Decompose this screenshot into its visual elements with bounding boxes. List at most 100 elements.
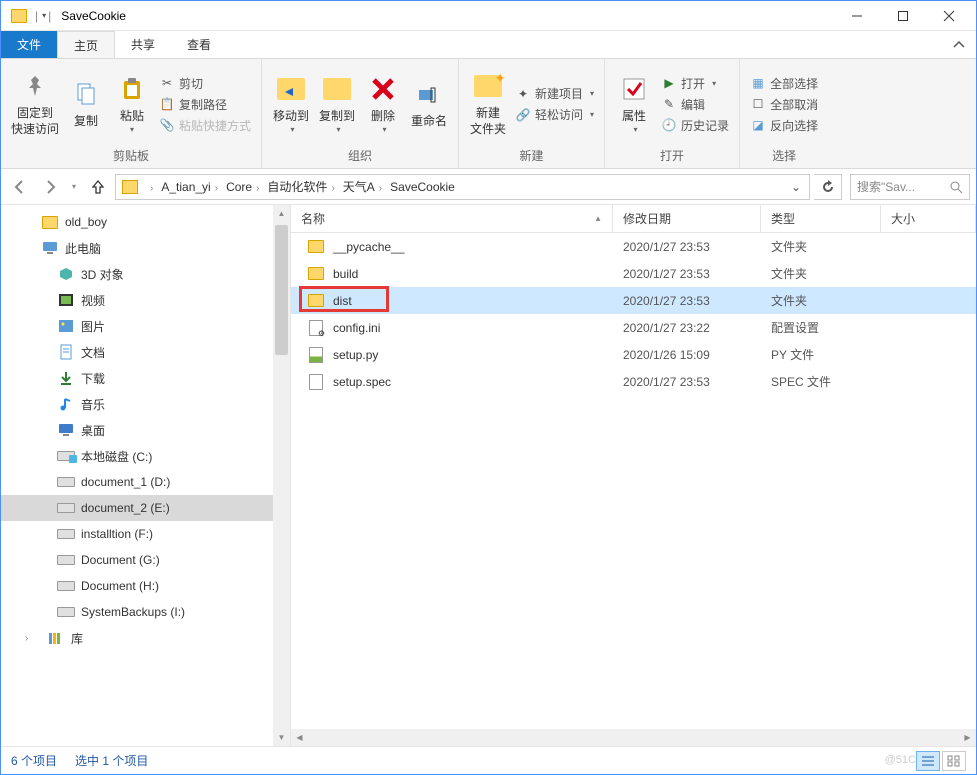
properties-button[interactable]: 属性 [611,66,657,142]
tab-view[interactable]: 查看 [171,31,227,58]
file-row[interactable]: ⚙config.ini2020/1/27 23:22配置设置 [291,314,976,341]
collapse-ribbon-button[interactable] [942,31,976,58]
back-button[interactable] [7,174,33,200]
window-icon [11,9,27,23]
close-button[interactable] [926,1,972,31]
folder-icon [307,293,325,309]
file-list[interactable]: __pycache__2020/1/27 23:53文件夹build2020/1… [291,233,976,729]
ini-icon: ⚙ [307,320,325,336]
ribbon-group-select: ▦全部选择 ☐全部取消 ◪反向选择 选择 [740,59,828,168]
scroll-left[interactable]: ◀ [291,733,308,742]
drive-icon [57,526,75,542]
tree-item[interactable]: 图片 [1,313,290,339]
file-row[interactable]: __pycache__2020/1/27 23:53文件夹 [291,233,976,260]
header-name[interactable]: 名称▲ [291,205,613,232]
tab-share[interactable]: 共享 [115,31,171,58]
recent-dropdown[interactable]: ▾ [67,174,81,200]
crumb-root-chev[interactable]: › [142,180,157,194]
edit-button[interactable]: ✎编辑 [661,96,729,113]
selectall-button[interactable]: ▦全部选择 [750,75,818,92]
tree-item[interactable]: 下载 [1,365,290,391]
invert-button[interactable]: ◪反向选择 [750,117,818,134]
tree-item[interactable]: 音乐 [1,391,290,417]
copyto-button[interactable]: 复制到 [314,66,360,142]
minimize-button[interactable] [834,1,880,31]
tree-item[interactable]: installtion (F:) [1,521,290,547]
paste-shortcut-button[interactable]: 📎粘贴快捷方式 [159,117,251,134]
tree-item[interactable]: 本地磁盘 (C:) [1,443,290,469]
maximize-button[interactable] [880,1,926,31]
history-icon: 🕘 [661,117,677,133]
rename-button[interactable]: 重命名 [406,66,452,142]
newitem-button[interactable]: ✦新建项目 [515,85,594,102]
moveto-icon [275,73,307,105]
file-row[interactable]: build2020/1/27 23:53文件夹 [291,260,976,287]
tree-item[interactable]: 视频 [1,287,290,313]
nav-tree[interactable]: old_boy此电脑3D 对象视频图片文档下载音乐桌面本地磁盘 (C:)docu… [1,205,291,746]
tree-item[interactable]: ›库 [1,625,290,651]
tree-item[interactable]: 3D 对象 [1,261,290,287]
breadcrumb-item[interactable]: SaveCookie [386,180,459,194]
search-input[interactable]: 搜索"Sav... [850,174,970,200]
selectnone-button[interactable]: ☐全部取消 [750,96,818,113]
delete-button[interactable]: 删除 [360,66,406,142]
forward-button[interactable] [37,174,63,200]
header-size[interactable]: 大小 [881,205,976,232]
breadcrumb-item[interactable]: A_tian_yi› [157,180,222,194]
tab-home[interactable]: 主页 [57,31,115,58]
shortcut-icon: 📎 [159,117,175,133]
ribbon-tabs: 文件 主页 共享 查看 [1,31,976,59]
tree-item[interactable]: SystemBackups (I:) [1,599,290,625]
tree-item[interactable]: 文档 [1,339,290,365]
expand-icon[interactable]: › [25,633,37,644]
drive-icon [57,500,75,516]
scroll-down[interactable]: ▼ [273,729,290,746]
tree-item[interactable]: document_1 (D:) [1,469,290,495]
details-view-button[interactable] [916,751,940,771]
qat-dropdown[interactable]: ▾ [42,11,46,20]
copyto-icon [321,73,353,105]
music-icon [57,396,75,412]
tree-item[interactable]: 桌面 [1,417,290,443]
tree-item[interactable]: document_2 (E:) [1,495,290,521]
breadcrumb-item[interactable]: 自动化软件› [263,180,338,194]
copy-button[interactable]: 复制 [63,66,109,142]
tree-item[interactable]: old_boy [1,209,290,235]
tree-item[interactable]: Document (G:) [1,547,290,573]
scroll-right[interactable]: ▶ [959,733,976,742]
pin-quickaccess-button[interactable]: 固定到 快速访问 [7,66,63,142]
tree-item[interactable]: Document (H:) [1,573,290,599]
history-button[interactable]: 🕘历史记录 [661,117,729,134]
scroll-thumb[interactable] [275,225,288,355]
doc-icon [57,344,75,360]
drive-c-icon [57,448,75,464]
easyaccess-button[interactable]: 🔗轻松访问 [515,106,594,123]
horizontal-scrollbar[interactable]: ◀▶ [291,729,976,746]
newfolder-button[interactable]: ✦新建 文件夹 [465,66,511,142]
icons-view-button[interactable] [942,751,966,771]
open-button[interactable]: ▶打开 [661,75,729,92]
file-row[interactable]: setup.spec2020/1/27 23:53SPEC 文件 [291,368,976,395]
folder-icon [41,214,59,230]
header-date[interactable]: 修改日期 [613,205,761,232]
properties-icon [618,73,650,105]
tab-file[interactable]: 文件 [1,31,57,58]
tree-scrollbar[interactable]: ▲ ▼ [273,205,290,746]
file-row[interactable]: dist2020/1/27 23:53文件夹 [291,287,976,314]
moveto-button[interactable]: 移动到 [268,66,314,142]
address-bar[interactable]: › A_tian_yi›Core›自动化软件›天气A›SaveCookie ⌄ [115,174,810,200]
refresh-button[interactable] [814,174,842,200]
rename-icon [413,78,445,110]
cut-button[interactable]: ✂剪切 [159,75,251,92]
breadcrumb-item[interactable]: 天气A› [339,180,386,194]
header-type[interactable]: 类型 [761,205,881,232]
tree-item[interactable]: 此电脑 [1,235,290,261]
copypath-button[interactable]: 📋复制路径 [159,96,251,113]
up-button[interactable] [85,174,111,200]
scroll-up[interactable]: ▲ [273,205,290,222]
paste-button[interactable]: 粘贴▾ [109,66,155,142]
address-dropdown[interactable]: ⌄ [785,180,807,194]
3d-icon [57,266,75,282]
file-row[interactable]: setup.py2020/1/26 15:09PY 文件 [291,341,976,368]
breadcrumb-item[interactable]: Core› [222,180,263,194]
